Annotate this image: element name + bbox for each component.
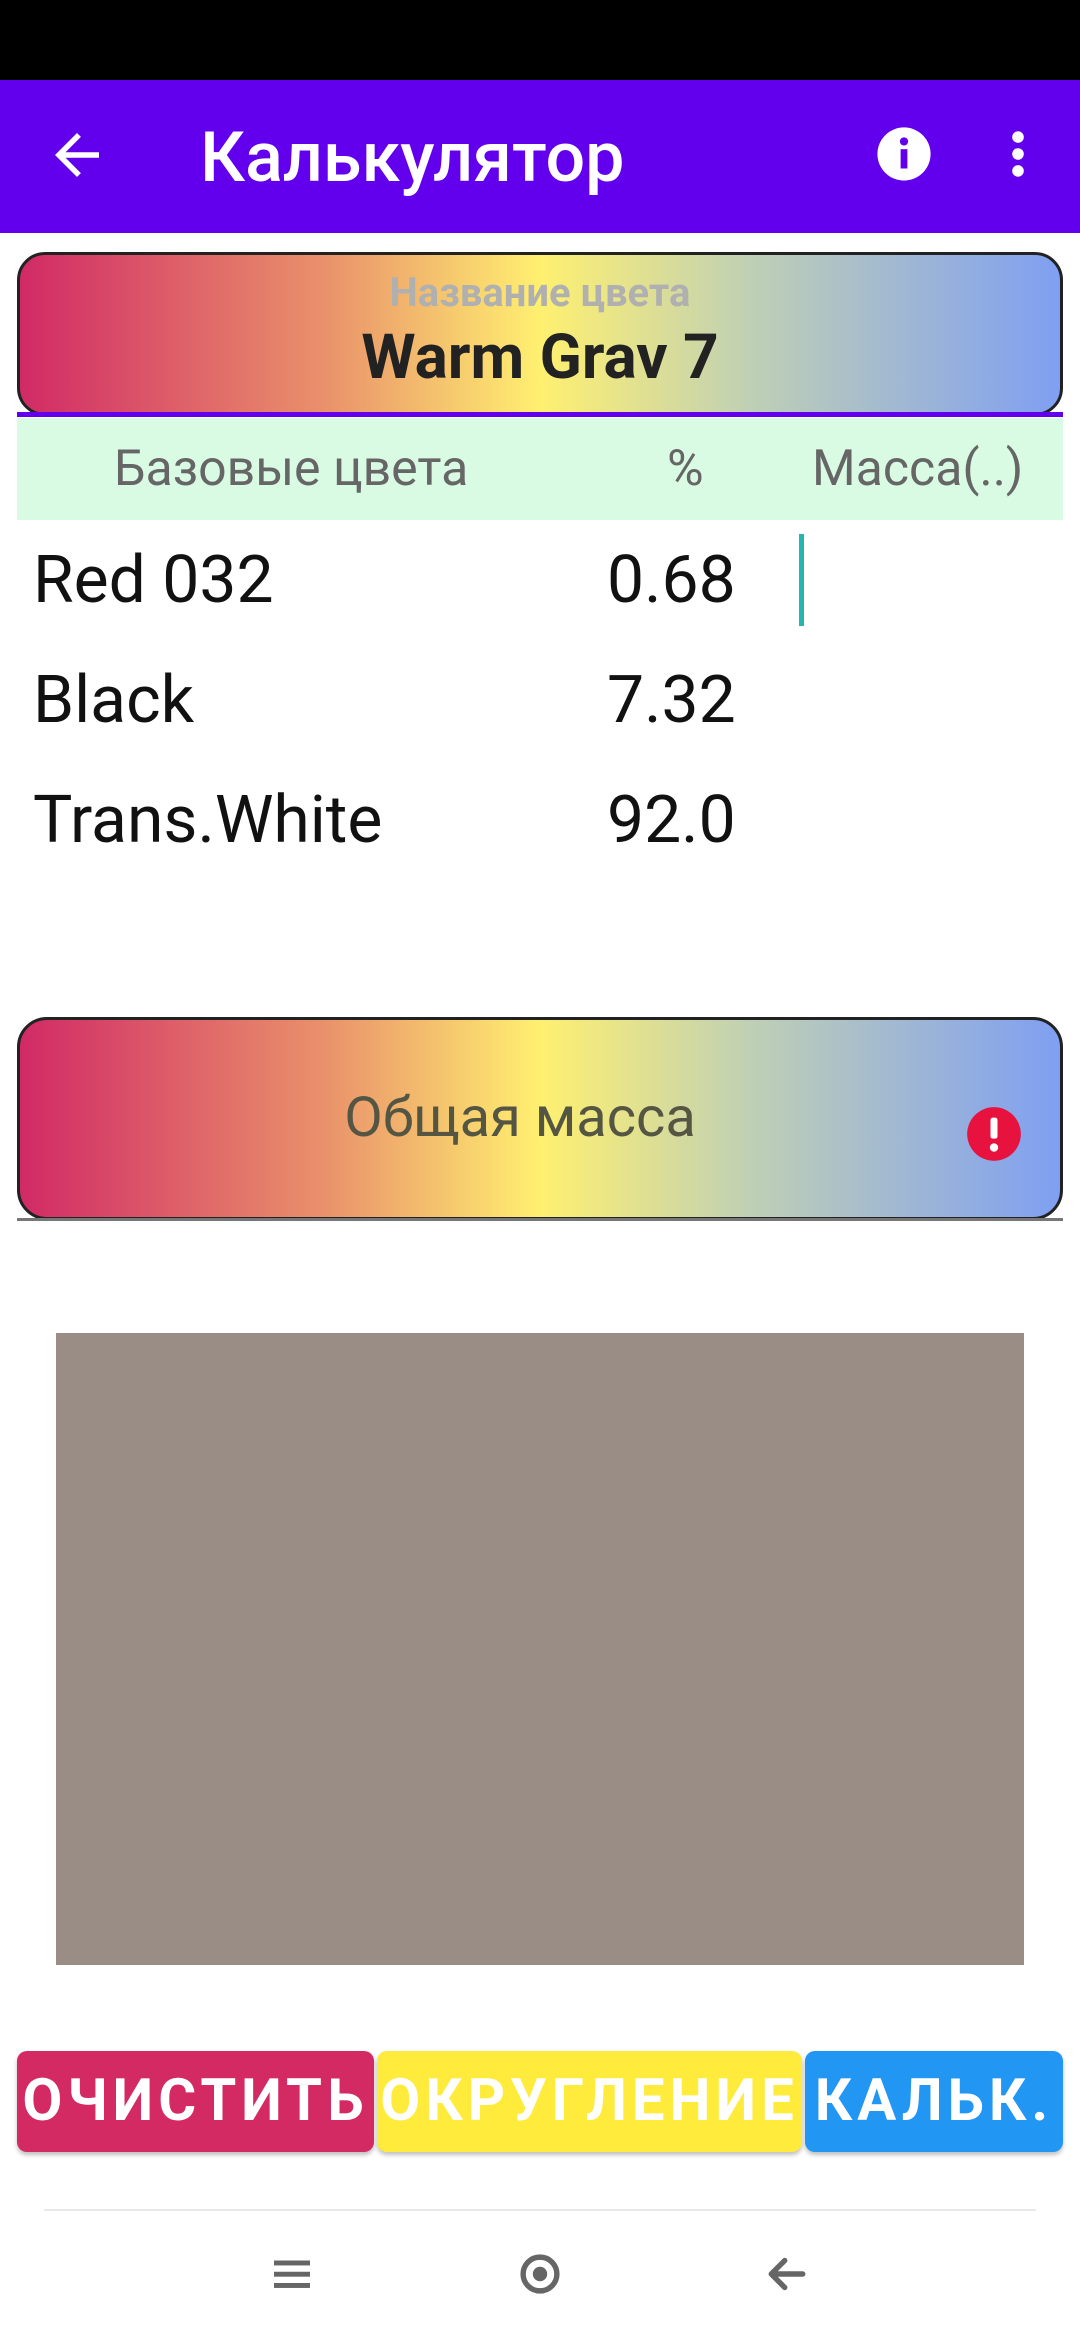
calc-button[interactable]: КАЛЬК.	[805, 2051, 1063, 2152]
total-mass-underline	[17, 1218, 1063, 1221]
home-icon[interactable]	[513, 2247, 567, 2301]
status-bar	[0, 0, 1080, 80]
row-color-name: Red 032	[33, 542, 274, 619]
header-mass: Масса(..)	[812, 440, 1024, 498]
arrow-back-icon[interactable]	[44, 122, 110, 188]
row-percent: 0.68	[607, 542, 736, 619]
round-button[interactable]: ОКРУГЛЕНИЕ	[377, 2051, 802, 2152]
table-row: Red 032 0.68	[17, 522, 1063, 642]
color-name-underline	[17, 412, 1063, 417]
page-title: Калькулятор	[200, 117, 625, 199]
row-color-name: Trans.White	[33, 782, 383, 859]
color-name-value: Warm Grav 7	[361, 321, 719, 394]
table-row: Black 7.32	[17, 642, 1063, 762]
error-icon	[967, 1107, 1021, 1161]
total-mass-field[interactable]: Общая масса	[17, 1017, 1063, 1220]
row-color-name: Black	[33, 662, 195, 739]
total-mass-label: Общая масса	[344, 1084, 696, 1150]
row-percent: 92.0	[607, 782, 736, 859]
header-base-colors: Базовые цвета	[114, 440, 469, 498]
menu-icon[interactable]	[265, 2247, 319, 2301]
app-bar: Калькулятор	[0, 80, 1080, 233]
color-name-label: Название цвета	[389, 269, 691, 316]
more-vert-icon[interactable]	[1000, 125, 1036, 183]
color-name-field[interactable]: Название цвета Warm Grav 7	[17, 252, 1063, 416]
info-icon[interactable]	[875, 125, 933, 183]
row-percent: 7.32	[607, 662, 736, 739]
clear-button[interactable]: ОЧИСТИТЬ	[17, 2051, 374, 2152]
header-percent: %	[667, 440, 704, 498]
mass-input-cursor[interactable]	[799, 534, 804, 626]
color-preview	[56, 1333, 1024, 1965]
back-nav-icon[interactable]	[760, 2247, 814, 2301]
table-row: Trans.White 92.0	[17, 762, 1063, 882]
table-header: Базовые цвета % Масса(..)	[17, 418, 1063, 520]
system-nav-bar	[0, 2211, 1080, 2340]
